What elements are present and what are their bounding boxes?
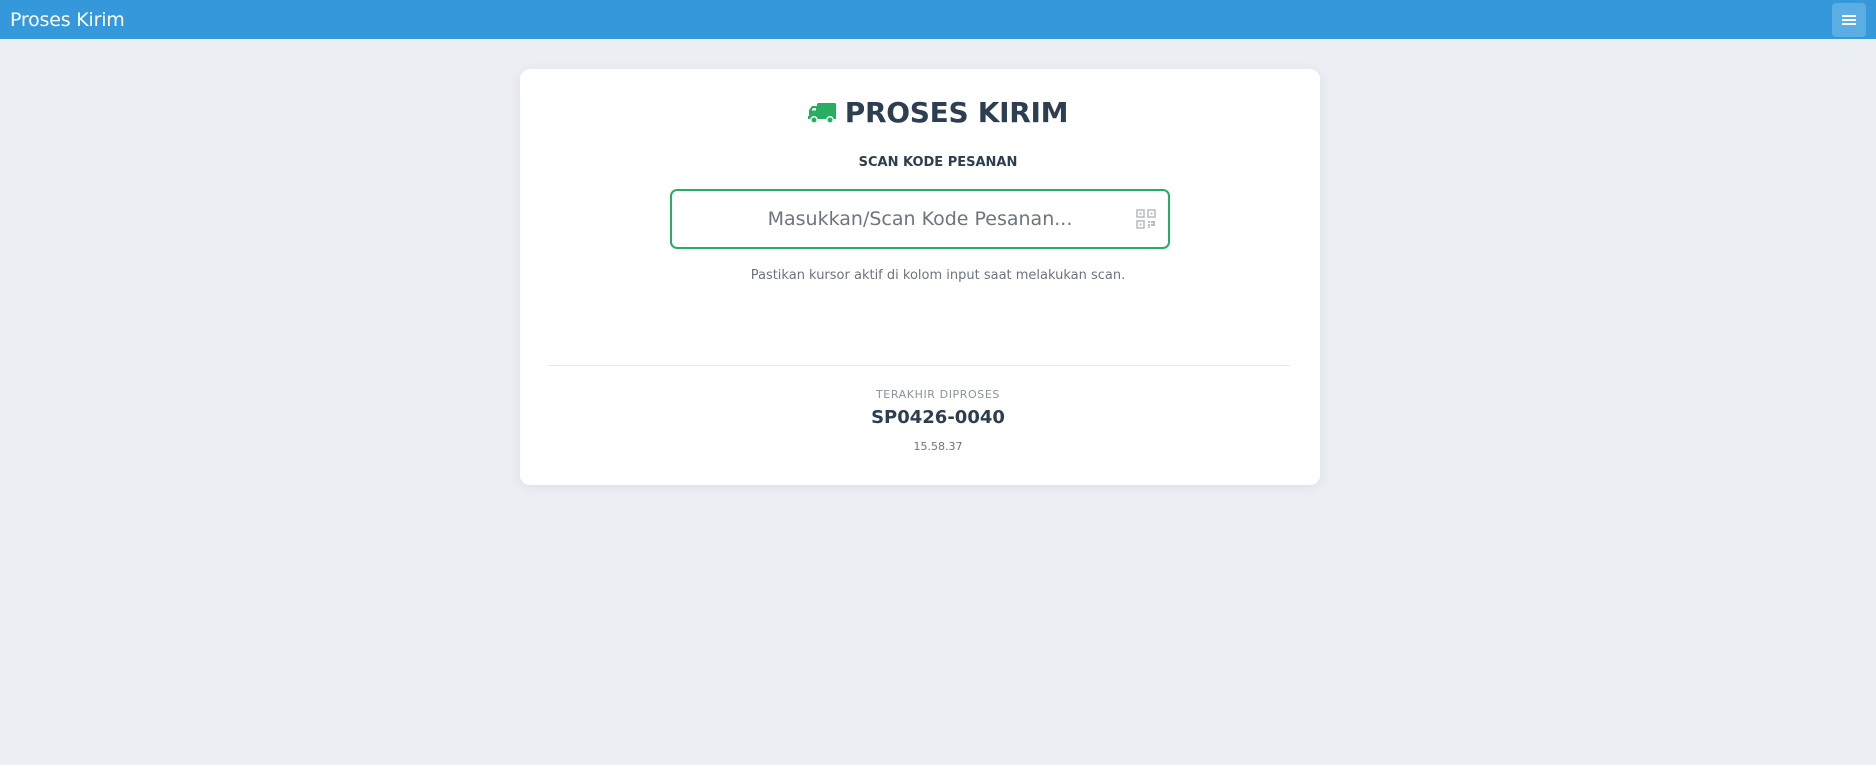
last-processed-code: SP0426-0040 xyxy=(871,407,1005,428)
scan-input-wrapper xyxy=(670,189,1170,249)
top-navbar: Proses Kirim xyxy=(0,0,1876,39)
last-processed-time: 15.58.37 xyxy=(913,440,963,453)
scan-code-input[interactable] xyxy=(672,191,1168,247)
card-header: PROSES KIRIM xyxy=(0,96,1876,129)
scan-label: SCAN KODE PESANAN xyxy=(858,155,1018,170)
scan-hint: Pastikan kursor aktif di kolom input saa… xyxy=(750,268,1126,283)
qr-code-icon xyxy=(1136,209,1156,229)
section-divider xyxy=(548,365,1290,366)
menu-button[interactable] xyxy=(1832,2,1866,37)
hamburger-menu-icon xyxy=(1842,14,1856,25)
page-title: PROSES KIRIM xyxy=(844,96,1069,129)
last-processed-label: TERAKHIR DIPROSES xyxy=(875,388,1001,401)
app-title: Proses Kirim xyxy=(10,8,125,31)
truck-icon xyxy=(807,102,836,124)
